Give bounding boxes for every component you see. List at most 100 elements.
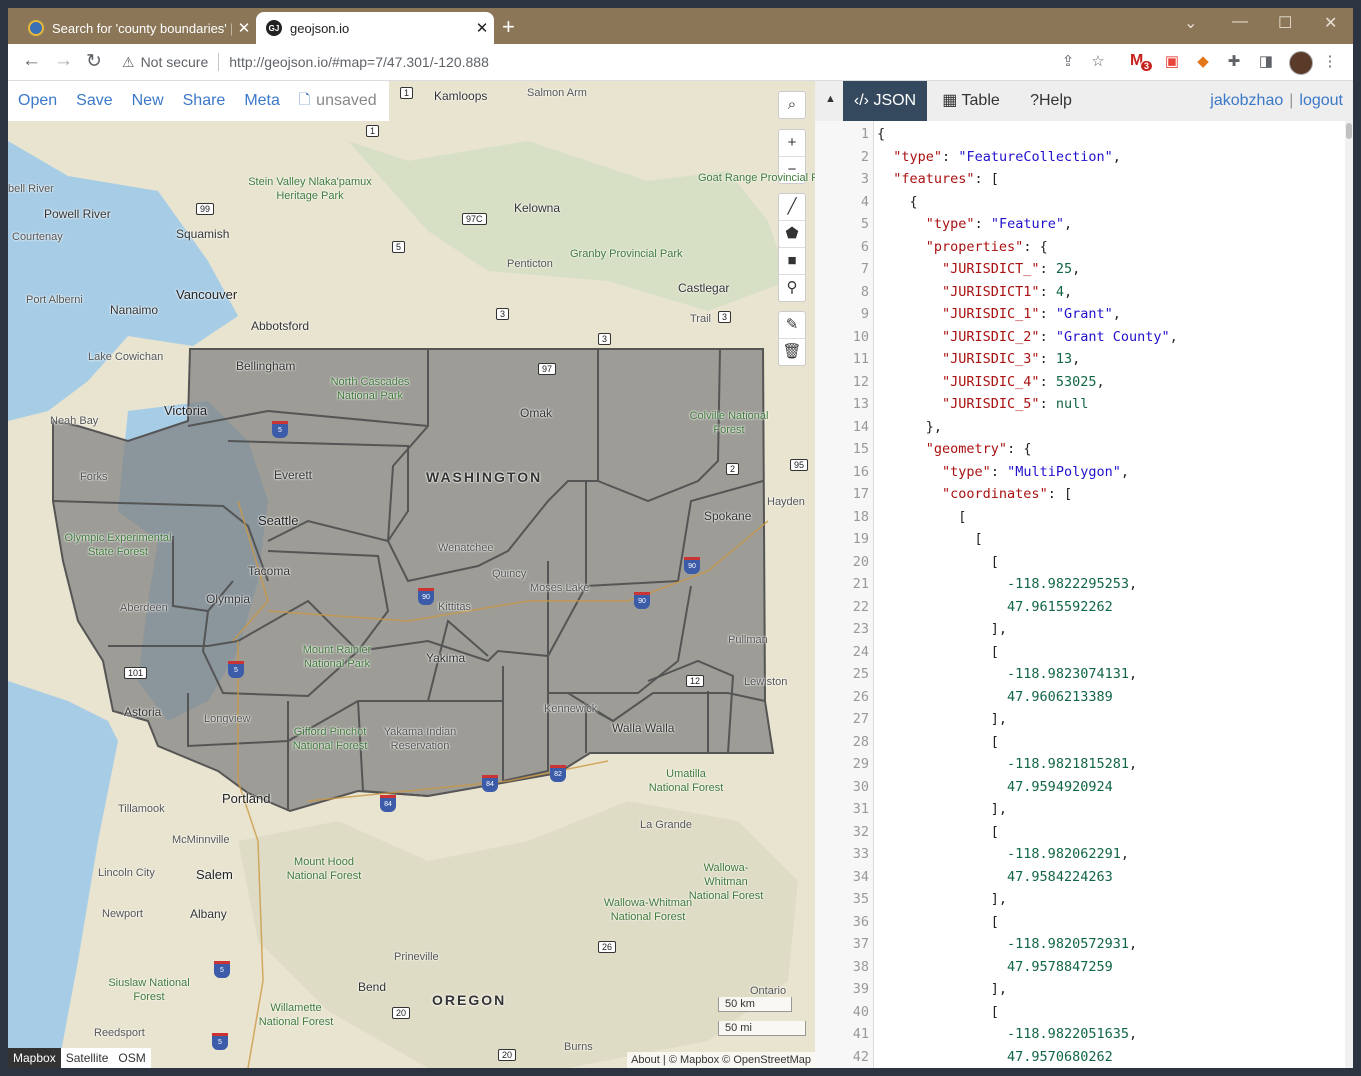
line-text: -118.9822295253,: [1007, 576, 1138, 592]
map-label: Granby Provincial Park: [570, 248, 683, 260]
map-label: Tillamook: [118, 803, 165, 815]
user-menu: jakobzhao | logout: [1210, 81, 1343, 121]
maximize-icon[interactable]: ☐: [1278, 13, 1292, 33]
extensions-puzzle-icon[interactable]: ✚: [1224, 52, 1244, 72]
map-label: Forks: [80, 471, 108, 483]
line-number: 17: [852, 486, 869, 502]
browser-tab-geojson[interactable]: GJ geojson.io ✕: [256, 12, 494, 44]
line-number: 24: [852, 643, 869, 660]
draw-line-icon[interactable]: ╱: [779, 194, 805, 221]
profile-avatar[interactable]: [1289, 51, 1313, 75]
line-text: "type": "FeatureCollection",: [893, 148, 1121, 165]
map-label: Kamloops: [434, 89, 488, 103]
reload-icon[interactable]: ↻: [86, 50, 102, 73]
layer-mapbox[interactable]: Mapbox: [8, 1048, 61, 1068]
tab-table[interactable]: ▦ Table: [935, 81, 1007, 121]
line-number: 1: [860, 126, 869, 142]
search-icon[interactable]: ⌕: [779, 92, 805, 118]
map-label: Prineville: [394, 951, 439, 963]
map-label: Albany: [190, 907, 227, 921]
map-label: Kelowna: [514, 201, 561, 215]
interstate-shield: 90: [634, 592, 650, 609]
new-tab-icon[interactable]: +: [502, 14, 515, 40]
bookmark-star-icon[interactable]: ☆: [1088, 52, 1108, 72]
share-icon[interactable]: ⇪: [1058, 52, 1078, 72]
zoom-in-button[interactable]: +: [779, 130, 805, 157]
line-text: {: [877, 126, 886, 142]
draw-marker-icon[interactable]: ⚲: [779, 275, 805, 301]
close-window-icon[interactable]: ✕: [1324, 13, 1337, 33]
menu-new[interactable]: New: [132, 92, 164, 110]
delete-layers-icon[interactable]: 🗑: [779, 339, 805, 365]
gmail-extension-icon[interactable]: M3: [1130, 52, 1154, 72]
close-tab-icon[interactable]: ✕: [470, 19, 494, 37]
map-label-state: OREGON: [432, 992, 507, 1008]
map-label: Newport: [102, 908, 143, 920]
tab-title: geojson.io: [290, 20, 350, 36]
browser-tab-search[interactable]: Search for 'county boundaries' | V ✕: [18, 12, 256, 44]
map-label: Burns: [564, 1041, 593, 1053]
map-label: Yakama Indian Reservation: [383, 726, 457, 752]
draw-polygon-icon[interactable]: ⬟: [779, 221, 805, 248]
json-editor[interactable]: 1 {2 "type": "FeatureCollection", 3 "featu…: [815, 121, 1353, 1068]
map-label: Everett: [274, 468, 313, 482]
tab-json[interactable]: ‹/› JSON: [843, 81, 927, 121]
map-label: Port Alberni: [26, 294, 83, 306]
layer-satellite[interactable]: Satellite: [60, 1048, 114, 1068]
panel-tabs: ▲ ‹/› JSON ▦ Table ?Help jakobzhao | logou…: [815, 81, 1353, 121]
map-label: Portland: [222, 791, 271, 806]
line-number: 35: [852, 891, 869, 907]
line-number: 3: [860, 171, 869, 187]
logout-link[interactable]: logout: [1299, 92, 1343, 109]
browser-window: Search for 'county boundaries' | V ✕ GJ …: [8, 8, 1353, 1068]
route-shield: 12: [686, 675, 705, 687]
menu-open[interactable]: Open: [18, 92, 57, 110]
tab-help[interactable]: ?Help: [1019, 81, 1083, 121]
back-icon[interactable]: ←: [22, 50, 41, 72]
menu-share[interactable]: Share: [183, 92, 226, 110]
line-number: 20: [852, 553, 869, 570]
line-text: [: [877, 643, 999, 660]
route-shield: 1: [400, 87, 414, 99]
line-text: "JURISDIC_2": "Grant County",: [942, 328, 1178, 345]
editor-scrollbar[interactable]: [1345, 121, 1353, 1068]
username-link[interactable]: jakobzhao: [1210, 92, 1283, 109]
map-label: Salem: [196, 867, 233, 882]
line-number: 23: [852, 621, 869, 637]
line-text: ],: [877, 711, 1008, 727]
route-shield: 101: [124, 667, 148, 679]
route-shield: 95: [790, 459, 809, 471]
collapse-panel-icon[interactable]: ▲: [825, 93, 836, 105]
line-text: "JURISDIC_5": null: [942, 396, 1089, 412]
map-label: Willamette National Forest: [258, 1002, 334, 1028]
line-number: 12: [852, 373, 869, 390]
url-text[interactable]: http://geojson.io/#map=7/47.301/-120.888: [229, 54, 489, 70]
menu-save[interactable]: Save: [76, 92, 112, 110]
scrollbar-thumb[interactable]: [1346, 123, 1352, 139]
route-shield: 3: [598, 333, 612, 345]
menu-meta[interactable]: Meta: [244, 92, 280, 110]
map-label: Seattle: [258, 513, 299, 528]
edit-layers-icon[interactable]: ✎: [779, 312, 805, 339]
side-panel-icon[interactable]: ◨: [1256, 52, 1276, 72]
map-label: Nanaimo: [110, 303, 159, 317]
route-shield: 20: [498, 1049, 517, 1061]
about-link[interactable]: About: [631, 1054, 660, 1066]
map-label: Kittitas: [438, 601, 472, 613]
map-label: Salmon Arm: [527, 87, 587, 99]
address-bar[interactable]: ⚠ Not secure http://geojson.io/#map=7/47…: [122, 48, 1112, 76]
forward-icon[interactable]: →: [54, 50, 73, 72]
minimize-icon[interactable]: —: [1232, 13, 1248, 31]
kebab-menu-icon[interactable]: ⋮: [1320, 52, 1340, 72]
close-tab-icon[interactable]: ✕: [232, 19, 256, 37]
tab-strip: Search for 'county boundaries' | V ✕ GJ …: [8, 8, 1353, 44]
line-number: 26: [852, 688, 869, 705]
metamask-icon[interactable]: ◆: [1193, 52, 1213, 72]
draw-rectangle-icon[interactable]: ■: [779, 248, 805, 275]
cast-extension-icon[interactable]: ▣: [1162, 52, 1182, 72]
layer-osm[interactable]: OSM: [113, 1048, 151, 1068]
tab-search-icon[interactable]: ⌄: [1184, 13, 1197, 33]
line-text: -118.982062291,: [1007, 846, 1129, 862]
route-shield: 3: [718, 311, 732, 323]
map-panel[interactable]: Open Save New Share Meta 🗋 unsaved ⌕ + −…: [8, 81, 815, 1068]
